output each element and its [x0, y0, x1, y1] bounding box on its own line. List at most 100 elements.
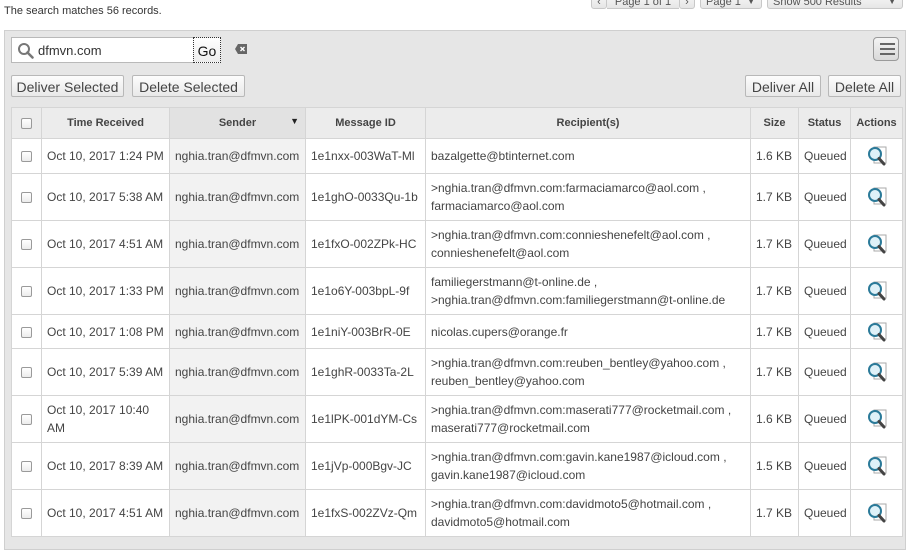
- recipients-cell: >nghia.tran@dfmvn.com:gavin.kane1987@icl…: [425, 442, 751, 490]
- recipient-line: >nghia.tran@dfmvn.com:familiegerstmann@t…: [431, 293, 726, 307]
- view-message-icon[interactable]: [865, 144, 889, 168]
- status-cell: Queued: [798, 314, 851, 349]
- results-per-page-select[interactable]: Show 500 Results ▼: [767, 0, 903, 9]
- recipients-cell: >nghia.tran@dfmvn.com:connieshenefelt@ao…: [425, 220, 751, 268]
- recipient-line: gavin.kane1987@icloud.com: [431, 468, 586, 482]
- sender-cell: nghia.tran@dfmvn.com: [169, 348, 306, 396]
- row-checkbox[interactable]: [21, 367, 32, 379]
- size-cell: 1.7 KB: [750, 489, 799, 537]
- table-row: Oct 10, 2017 10:40 AM nghia.tran@dfmvn.c…: [11, 395, 903, 443]
- size-cell: 1.6 KB: [750, 138, 799, 174]
- column-message-id[interactable]: Message ID: [305, 107, 426, 139]
- status-cell: Queued: [798, 442, 851, 490]
- message-id-cell: 1e1fxO-002ZPk-HC: [305, 220, 426, 268]
- recipient-line: >nghia.tran@dfmvn.com:davidmoto5@hotmail…: [431, 497, 712, 511]
- select-all-checkbox[interactable]: [21, 117, 32, 129]
- table-row: Oct 10, 2017 8:39 AM nghia.tran@dfmvn.co…: [11, 442, 903, 490]
- view-message-icon[interactable]: [865, 279, 889, 303]
- row-select-cell: [11, 220, 42, 268]
- message-id-cell: 1e1jVp-000Bgv-JC: [305, 442, 426, 490]
- sort-descending-icon: ▼: [290, 116, 299, 126]
- sender-cell: nghia.tran@dfmvn.com: [169, 314, 306, 349]
- status-cell: Queued: [798, 138, 851, 174]
- column-menu-button[interactable]: [873, 37, 899, 61]
- table-row: Oct 10, 2017 1:33 PM nghia.tran@dfmvn.co…: [11, 267, 903, 315]
- chevron-down-icon: ▼: [888, 0, 896, 6]
- actions-cell: [850, 314, 903, 349]
- actions-cell: [850, 220, 903, 268]
- recipient-line: >nghia.tran@dfmvn.com:connieshenefelt@ao…: [431, 228, 711, 242]
- page-select[interactable]: Page 1 ▼: [700, 0, 762, 9]
- recipient-line: nicolas.cupers@orange.fr: [431, 324, 568, 339]
- actions-cell: [850, 348, 903, 396]
- time-received-cell: Oct 10, 2017 5:39 AM: [41, 348, 170, 396]
- size-cell: 1.7 KB: [750, 267, 799, 315]
- column-recipients[interactable]: Recipient(s): [425, 107, 751, 139]
- recipient-line: farmaciamarco@aol.com: [431, 199, 565, 213]
- recipients-cell: >nghia.tran@dfmvn.com:maserati777@rocket…: [425, 395, 751, 443]
- table-row: Oct 10, 2017 1:24 PM nghia.tran@dfmvn.co…: [11, 138, 903, 174]
- row-checkbox[interactable]: [21, 508, 32, 520]
- table-row: Oct 10, 2017 5:38 AM nghia.tran@dfmvn.co…: [11, 173, 903, 221]
- actions-cell: [850, 173, 903, 221]
- view-message-icon[interactable]: [865, 185, 889, 209]
- search-box: [11, 37, 195, 63]
- size-cell: 1.7 KB: [750, 173, 799, 221]
- recipient-line: >nghia.tran@dfmvn.com:reuben_bentley@yah…: [431, 356, 726, 370]
- search-input[interactable]: [38, 41, 188, 59]
- deliver-all-button[interactable]: Deliver All: [745, 75, 821, 97]
- time-received-cell: Oct 10, 2017 10:40 AM: [41, 395, 170, 443]
- status-cell: Queued: [798, 220, 851, 268]
- prev-page-button[interactable]: ‹: [591, 0, 607, 9]
- message-id-cell: 1e1o6Y-003bpL-9f: [305, 267, 426, 315]
- row-select-cell: [11, 442, 42, 490]
- recipients-cell: >nghia.tran@dfmvn.com:davidmoto5@hotmail…: [425, 489, 751, 537]
- row-checkbox[interactable]: [21, 192, 32, 204]
- view-message-icon[interactable]: [865, 407, 889, 431]
- row-checkbox[interactable]: [21, 286, 32, 298]
- status-cell: Queued: [798, 173, 851, 221]
- column-time-received[interactable]: Time Received: [41, 107, 170, 139]
- go-button[interactable]: Go: [193, 37, 221, 63]
- actions-cell: [850, 138, 903, 174]
- clear-search-icon[interactable]: [234, 42, 248, 56]
- recipient-line: davidmoto5@hotmail.com: [431, 515, 570, 529]
- row-checkbox[interactable]: [21, 414, 32, 426]
- menu-line: [880, 48, 895, 50]
- actions-cell: [850, 395, 903, 443]
- row-select-cell: [11, 348, 42, 396]
- message-id-cell: 1e1ghR-0033Ta-2L: [305, 348, 426, 396]
- sender-cell: nghia.tran@dfmvn.com: [169, 442, 306, 490]
- deliver-selected-button[interactable]: Deliver Selected: [11, 75, 124, 97]
- status-cell: Queued: [798, 395, 851, 443]
- sender-cell: nghia.tran@dfmvn.com: [169, 220, 306, 268]
- view-message-icon[interactable]: [865, 320, 889, 344]
- row-checkbox[interactable]: [21, 461, 32, 473]
- column-size[interactable]: Size: [750, 107, 799, 139]
- time-received-cell: Oct 10, 2017 1:08 PM: [41, 314, 170, 349]
- row-checkbox[interactable]: [21, 326, 32, 338]
- view-message-icon[interactable]: [865, 501, 889, 525]
- message-id-cell: 1e1fxS-002ZVz-Qm: [305, 489, 426, 537]
- recipients-cell: familiegerstmann@t-online.de , >nghia.tra…: [425, 267, 751, 315]
- table-row: Oct 10, 2017 1:08 PM nghia.tran@dfmvn.co…: [11, 314, 903, 349]
- table-row: Oct 10, 2017 4:51 AM nghia.tran@dfmvn.co…: [11, 220, 903, 268]
- view-message-icon[interactable]: [865, 454, 889, 478]
- view-message-icon[interactable]: [865, 232, 889, 256]
- column-status[interactable]: Status: [798, 107, 851, 139]
- message-id-cell: 1e1lPK-001dYM-Cs: [305, 395, 426, 443]
- next-page-button[interactable]: ›: [679, 0, 695, 9]
- view-message-icon[interactable]: [865, 360, 889, 384]
- column-sender[interactable]: Sender ▼: [169, 107, 306, 139]
- delete-selected-button[interactable]: Delete Selected: [132, 75, 245, 97]
- chevron-down-icon: ▼: [747, 0, 755, 6]
- results-per-page-value: Show 500 Results: [773, 0, 862, 8]
- delete-all-button[interactable]: Delete All: [828, 75, 901, 97]
- recipient-line: >nghia.tran@dfmvn.com:gavin.kane1987@icl…: [431, 450, 727, 464]
- sender-cell: nghia.tran@dfmvn.com: [169, 267, 306, 315]
- row-checkbox[interactable]: [21, 151, 32, 163]
- size-cell: 1.7 KB: [750, 314, 799, 349]
- row-checkbox[interactable]: [21, 239, 32, 251]
- sender-cell: nghia.tran@dfmvn.com: [169, 173, 306, 221]
- size-cell: 1.5 KB: [750, 442, 799, 490]
